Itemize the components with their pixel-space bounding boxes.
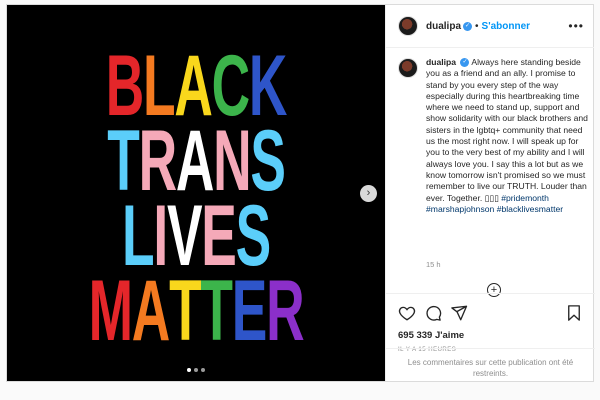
action-bar: 695 339 J'aime IL Y A 15 HEURES [386, 293, 595, 353]
caption-username-link[interactable]: dualipa [426, 57, 456, 67]
separator-dot: • [475, 20, 479, 32]
carousel-dot [201, 368, 205, 372]
comment-icon[interactable] [424, 304, 442, 322]
verified-badge-icon: ✓ [460, 58, 470, 68]
carousel-dot [194, 368, 198, 372]
poster-letter: E [231, 263, 268, 359]
more-options-icon[interactable]: ••• [568, 19, 584, 33]
verified-badge-icon: ✓ [463, 21, 473, 31]
avatar[interactable] [398, 16, 418, 36]
carousel-dots [187, 368, 205, 372]
hashtag-link[interactable]: #marshapjohnson [426, 204, 494, 214]
next-image-button[interactable]: › [360, 185, 377, 202]
poster-text: BLACK TRANS LIVES MATTER [7, 43, 385, 354]
hashtag-link[interactable]: #blacklivesmatter [497, 204, 563, 214]
caption-avatar[interactable] [398, 58, 418, 78]
post-header: dualipa ✓ • S'abonner ••• [386, 5, 594, 48]
poster-letter: M [88, 263, 133, 359]
action-icons [398, 302, 583, 324]
instagram-post: BLACK TRANS LIVES MATTER › dualipa ✓ • S'ab… [6, 4, 595, 382]
caption-time: 15 h [426, 260, 441, 269]
hashtag-link[interactable]: #pridemonth [501, 193, 549, 203]
carousel-dot-active [187, 368, 191, 372]
poster-letter: T [200, 263, 233, 359]
poster-letter: R [266, 263, 305, 359]
poster-line: MATTER [79, 268, 313, 354]
caption-block: dualipa ✓ Always here standing beside yo… [398, 57, 588, 215]
caption-text: dualipa ✓ Always here standing beside yo… [426, 57, 588, 215]
caption-emojis: ▯▯▯ [484, 192, 499, 203]
heart-icon[interactable] [398, 304, 416, 322]
poster-line: BLACK [79, 43, 313, 129]
poster-letter: A [131, 263, 171, 359]
caption-body: Always here standing beside you as a fri… [426, 57, 588, 203]
bookmark-icon[interactable] [565, 304, 583, 322]
poster-line: LIVES [79, 193, 313, 279]
poster-line: TRANS [79, 118, 313, 204]
poster-letter: T [169, 263, 202, 359]
username-link[interactable]: dualipa [426, 21, 461, 32]
post-media[interactable]: BLACK TRANS LIVES MATTER › [7, 5, 385, 381]
likes-count[interactable]: 695 339 J'aime [398, 330, 583, 341]
comments-restricted-notice: Les commentaires sur cette publication o… [386, 348, 595, 381]
follow-button[interactable]: S'abonner [482, 21, 531, 32]
chevron-right-icon: › [366, 187, 371, 199]
share-icon[interactable] [450, 304, 468, 322]
post-sidebar: dualipa ✓ • S'abonner ••• dualipa ✓ Alwa… [385, 5, 595, 381]
